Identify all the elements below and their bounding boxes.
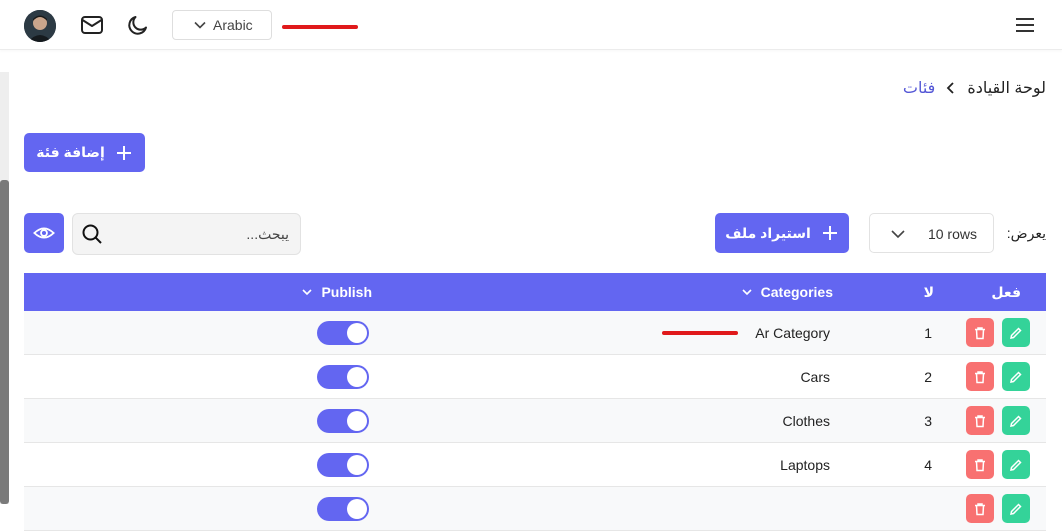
publish-toggle[interactable]	[317, 409, 369, 433]
trash-icon	[975, 326, 985, 339]
chevron-left-icon	[947, 82, 954, 94]
publish-toggle[interactable]	[317, 365, 369, 389]
category-name: Clothes	[782, 413, 830, 429]
row-number: 2	[924, 369, 932, 385]
add-category-button[interactable]: إضافة فئة	[24, 133, 145, 172]
edit-button[interactable]	[1002, 406, 1030, 435]
breadcrumb: لوحة القيادة فئات	[903, 78, 1046, 98]
category-name: Ar Category	[755, 325, 830, 341]
categories-table: فعل لا Categories Publish 1 Ar Category	[24, 273, 1046, 531]
avatar[interactable]	[24, 10, 56, 42]
trash-icon	[975, 458, 985, 471]
column-header-number-label: لا	[923, 284, 934, 300]
import-file-button[interactable]: استيراد ملف	[715, 213, 849, 253]
show-label: يعرض:	[1006, 225, 1046, 241]
column-header-actions-label: فعل	[991, 284, 1021, 300]
publish-toggle[interactable]	[317, 497, 369, 521]
category-name: Cars	[800, 369, 830, 385]
plus-icon	[822, 226, 837, 240]
column-header-number: لا	[924, 284, 934, 301]
column-header-categories[interactable]: Categories	[741, 284, 833, 300]
search-box[interactable]	[72, 213, 301, 255]
table-row: 1 Ar Category	[24, 311, 1046, 355]
language-select[interactable]: Arabic	[172, 10, 272, 40]
chevron-down-icon	[742, 289, 752, 296]
table-row: 4 Laptops	[24, 443, 1046, 487]
eye-icon	[33, 227, 55, 239]
chevron-down-icon	[194, 21, 206, 29]
delete-button[interactable]	[966, 318, 994, 347]
chevron-down-icon	[302, 289, 313, 296]
row-number: 4	[924, 457, 932, 473]
language-value: Arabic	[213, 17, 253, 33]
import-file-label: استيراد ملف	[725, 224, 811, 241]
delete-button[interactable]	[966, 494, 994, 523]
table-row: 3 Clothes	[24, 399, 1046, 443]
redaction-mark	[662, 331, 738, 335]
plus-icon	[116, 145, 131, 160]
scrollbar-thumb[interactable]	[0, 180, 9, 504]
moon-icon[interactable]	[126, 13, 150, 37]
menu-icon[interactable]	[1014, 16, 1036, 34]
trash-icon	[975, 370, 985, 383]
add-category-label: إضافة فئة	[36, 144, 105, 160]
toggle-knob	[347, 323, 367, 343]
delete-button[interactable]	[966, 406, 994, 435]
chevron-down-icon	[891, 230, 905, 239]
search-icon	[82, 224, 102, 244]
publish-toggle[interactable]	[317, 453, 369, 477]
column-header-publish[interactable]: Publish	[301, 284, 372, 300]
toggle-knob	[347, 499, 367, 519]
category-name: Laptops	[780, 457, 830, 473]
toggle-knob	[347, 411, 367, 431]
top-navbar: Arabic	[0, 0, 1062, 50]
mail-icon[interactable]	[80, 13, 104, 37]
delete-button[interactable]	[966, 362, 994, 391]
column-header-actions: فعل	[991, 284, 1021, 301]
row-number: 3	[924, 413, 932, 429]
pencil-icon	[1010, 370, 1022, 383]
edit-button[interactable]	[1002, 318, 1030, 347]
breadcrumb-home[interactable]: لوحة القيادة	[967, 78, 1046, 98]
redaction-mark	[282, 25, 358, 29]
breadcrumb-current[interactable]: فئات	[903, 78, 935, 98]
toggle-knob	[347, 455, 367, 475]
table-row	[24, 487, 1046, 531]
column-header-publish-label: Publish	[321, 284, 372, 300]
toggle-knob	[347, 367, 367, 387]
column-visibility-button[interactable]	[24, 213, 64, 253]
rows-per-page-value: 10 rows	[927, 226, 977, 242]
column-header-categories-label: Categories	[760, 284, 833, 300]
row-number: 1	[924, 325, 932, 341]
delete-button[interactable]	[966, 450, 994, 479]
publish-toggle[interactable]	[317, 321, 369, 345]
rows-per-page-select[interactable]: 10 rows	[869, 213, 994, 253]
edit-button[interactable]	[1002, 450, 1030, 479]
pencil-icon	[1010, 326, 1022, 339]
search-input[interactable]	[109, 222, 289, 246]
edit-button[interactable]	[1002, 362, 1030, 391]
table-row: 2 Cars	[24, 355, 1046, 399]
trash-icon	[975, 414, 985, 427]
edit-button[interactable]	[1002, 494, 1030, 523]
pencil-icon	[1010, 414, 1022, 427]
table-header: فعل لا Categories Publish	[24, 273, 1046, 311]
pencil-icon	[1010, 458, 1022, 471]
page-scrollbar[interactable]	[0, 72, 9, 504]
